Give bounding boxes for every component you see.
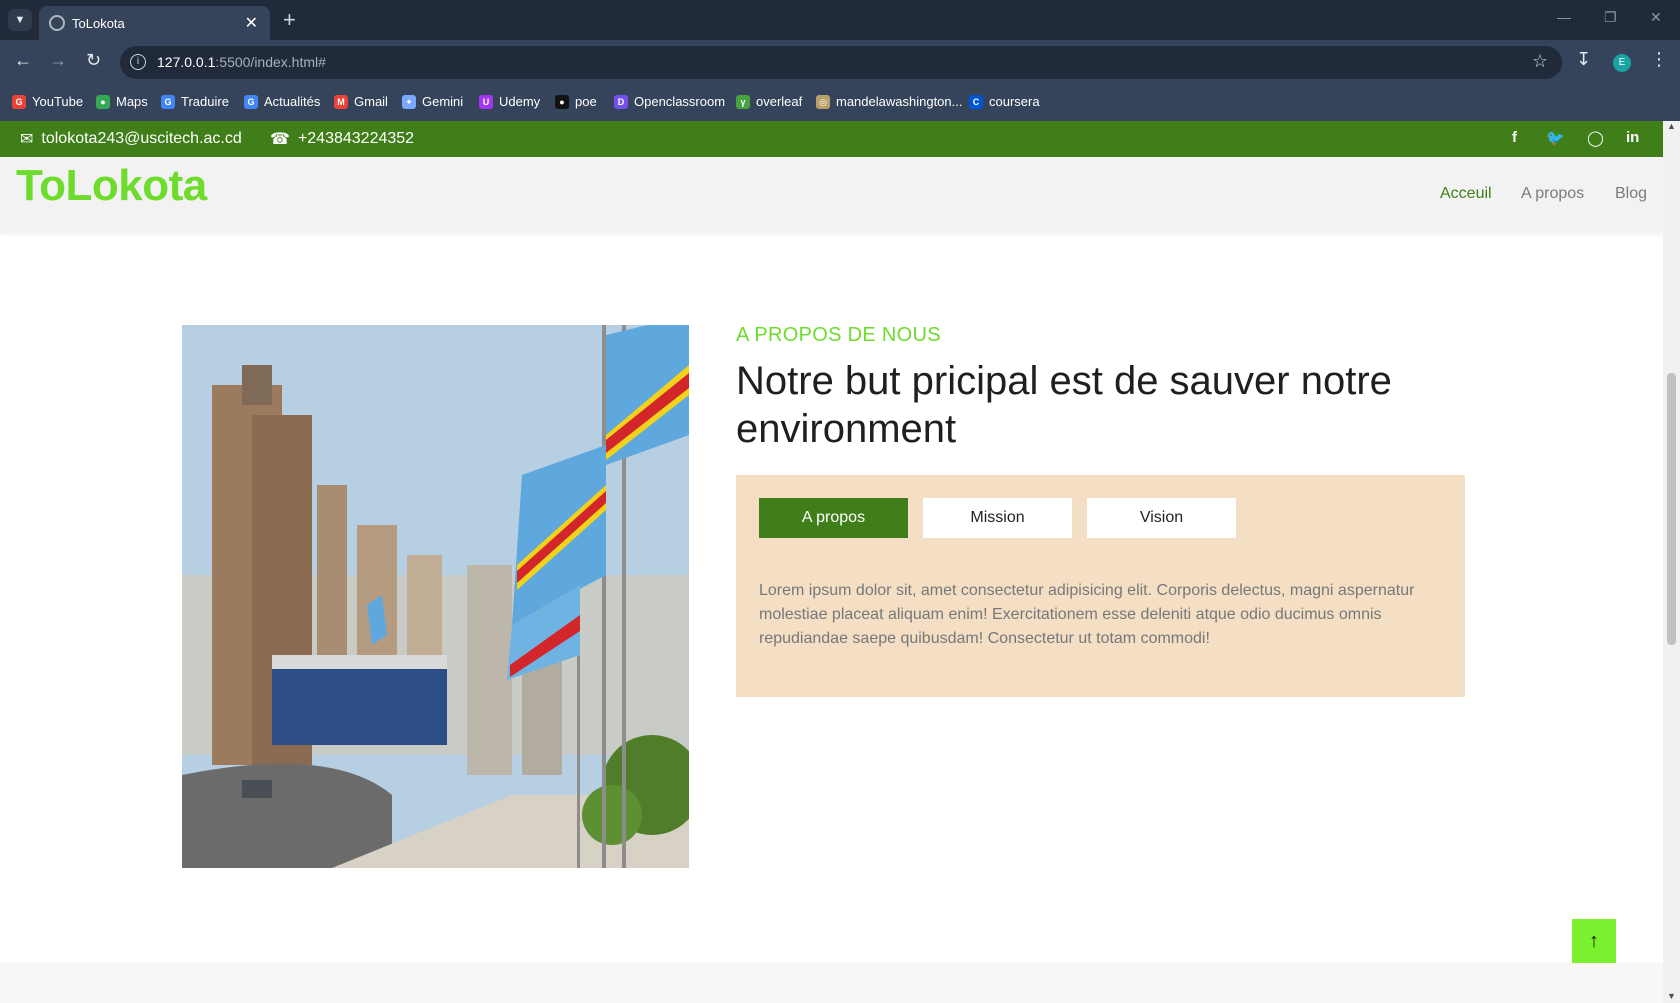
poe-icon: ● <box>555 94 569 109</box>
gemini-icon: ✦ <box>402 94 416 109</box>
gmail-icon: M <box>334 94 348 109</box>
download-icon[interactable]: ↧ <box>1576 49 1591 70</box>
profile-avatar[interactable]: E <box>1613 54 1631 72</box>
restore-icon[interactable]: ❐ <box>1604 9 1617 26</box>
facebook-icon[interactable]: f <box>1512 129 1517 146</box>
envelope-icon: ✉ <box>20 131 34 148</box>
nav-link-acceuil[interactable]: Acceuil <box>1440 185 1492 203</box>
section-headline: Notre but pricipal est de sauver notre e… <box>736 359 1392 451</box>
section-kicker: A PROPOS DE NOUS <box>736 324 941 346</box>
bookmark-item[interactable]: ● Maps <box>96 94 148 109</box>
browser-tab-bar: ▼ ToLokota ✕ + — ❐ ✕ <box>0 0 1680 40</box>
openclassroom-icon: D <box>614 94 628 109</box>
browser-toolbar: ← → ↻ i 127.0.0.1:5500/index.html# ☆ ↧ E… <box>0 40 1680 85</box>
tab-a-propos[interactable]: A propos <box>759 498 908 538</box>
bookmark-item[interactable]: ◎ mandelawashington... <box>816 94 962 109</box>
phone-icon: ☎ <box>270 131 290 148</box>
news-icon: G <box>244 94 258 109</box>
site-navbar: ToLokota Acceuil A propos Blog <box>0 157 1663 233</box>
bookmark-label: overleaf <box>756 94 803 109</box>
tab-title: ToLokota <box>72 16 125 31</box>
translate-icon: G <box>161 94 175 109</box>
bookmark-label: Gmail <box>354 94 388 109</box>
site-logo[interactable]: ToLokota <box>16 161 207 211</box>
bookmark-item[interactable]: M Gmail <box>334 94 388 109</box>
globe-icon <box>49 15 65 31</box>
bookmark-item[interactable]: Ccoursera <box>969 94 1040 109</box>
tab-mission[interactable]: Mission <box>923 498 1072 538</box>
twitter-icon[interactable]: 🐦 <box>1546 129 1565 147</box>
tab-vision[interactable]: Vision <box>1087 498 1236 538</box>
linkedin-icon[interactable]: in <box>1626 129 1639 146</box>
next-section-edge <box>0 963 1663 1003</box>
page-scrollbar[interactable]: ▲ ▼ <box>1663 121 1680 1003</box>
coursera-icon: C <box>969 94 983 109</box>
page-viewport: ✉ tolokota243@uscitech.ac.cd ☎ +24384322… <box>0 121 1663 1003</box>
udemy-icon: U <box>479 94 493 109</box>
email-contact[interactable]: ✉ tolokota243@uscitech.ac.cd <box>20 129 242 149</box>
overleaf-icon: γ <box>736 94 750 109</box>
phone-text: +243843224352 <box>297 130 415 147</box>
contact-topbar: ✉ tolokota243@uscitech.ac.cd ☎ +24384322… <box>0 121 1663 157</box>
bookmark-item[interactable]: γ overleaf <box>736 94 802 109</box>
close-tab-icon[interactable]: ✕ <box>245 13 258 33</box>
bookmark-label: coursera <box>989 94 1040 109</box>
bookmark-item[interactable]: ✦ Gemini <box>402 94 463 109</box>
bookmark-label: Actualités <box>264 94 321 109</box>
bookmark-label: Maps <box>116 94 148 109</box>
back-arrow-icon[interactable]: ← <box>14 50 32 71</box>
nav-link-blog[interactable]: Blog <box>1615 185 1647 203</box>
instagram-icon[interactable]: ◯ <box>1587 129 1604 147</box>
phone-contact[interactable]: ☎ +243843224352 <box>270 129 414 149</box>
google-icon: G <box>12 94 26 109</box>
tab-content-text: Lorem ipsum dolor sit, amet consectetur … <box>759 582 1415 647</box>
nav-link-a-propos[interactable]: A propos <box>1521 185 1584 203</box>
address-url[interactable]: 127.0.0.1:5500/index.html# <box>157 54 326 70</box>
maps-pin-icon: ● <box>96 94 110 109</box>
about-tab-panel: A propos Mission Vision Lorem ipsum dolo… <box>736 475 1465 697</box>
seal-icon: ◎ <box>816 94 830 109</box>
bookmark-label: mandelawashington... <box>836 94 963 109</box>
city-flags-illustration <box>182 325 689 868</box>
reload-icon[interactable]: ↻ <box>86 50 101 71</box>
browser-tab[interactable]: ToLokota ✕ <box>39 6 270 40</box>
arrow-up-icon: ↑ <box>1589 930 1599 952</box>
tab-search-button[interactable]: ▼ <box>8 9 32 31</box>
scrollbar-thumb[interactable] <box>1667 373 1676 645</box>
scroll-down-icon[interactable]: ▼ <box>1667 991 1676 1001</box>
bookmark-label: YouTube <box>32 94 84 109</box>
bookmark-label: Traduire <box>181 94 229 109</box>
menu-kebab-icon[interactable]: ⋮ <box>1650 49 1668 70</box>
bookmark-label: Gemini <box>422 94 464 109</box>
bookmark-item[interactable]: D Openclassroom <box>614 94 725 109</box>
address-bar[interactable]: i 127.0.0.1:5500/index.html# ☆ <box>120 46 1562 79</box>
back-to-top-button[interactable]: ↑ <box>1572 919 1616 963</box>
bookmark-item[interactable]: ● poe <box>555 94 597 109</box>
email-text: tolokota243@uscitech.ac.cd <box>41 130 242 147</box>
bookmark-star-icon[interactable]: ☆ <box>1532 51 1548 72</box>
about-image <box>182 325 689 868</box>
bookmark-label: Openclassroom <box>634 94 726 109</box>
minimize-icon[interactable]: — <box>1557 9 1571 25</box>
bookmark-item[interactable]: G Actualités <box>244 94 320 109</box>
bookmark-label: poe <box>575 94 597 109</box>
forward-arrow-icon[interactable]: → <box>49 50 67 71</box>
bookmark-item[interactable]: U Udemy <box>479 94 540 109</box>
site-info-icon[interactable]: i <box>130 54 146 70</box>
bookmark-item[interactable]: G Traduire <box>161 94 229 109</box>
bookmark-item[interactable]: G YouTube <box>12 94 83 109</box>
scroll-up-icon[interactable]: ▲ <box>1667 121 1676 131</box>
close-window-icon[interactable]: ✕ <box>1650 9 1662 26</box>
bookmark-label: Udemy <box>499 94 541 109</box>
bookmarks-bar: G YouTube ● Maps G Traduire G Actualités M Gmail ✦… <box>0 85 1680 121</box>
new-tab-button[interactable]: + <box>283 7 296 33</box>
